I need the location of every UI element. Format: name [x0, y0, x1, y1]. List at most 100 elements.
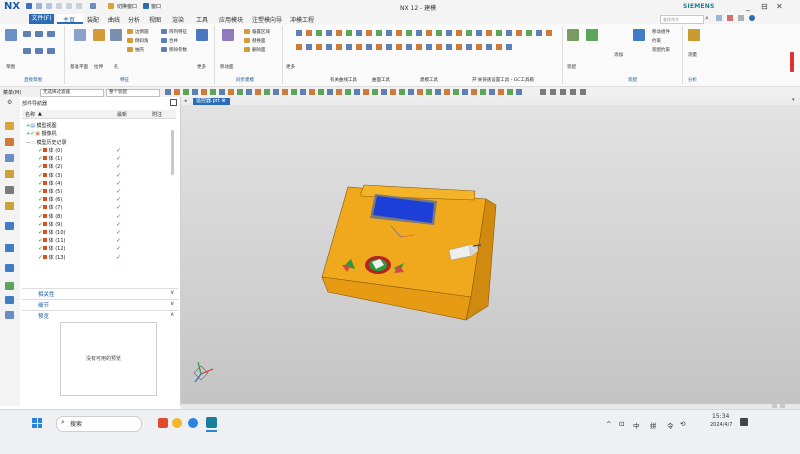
switch-window-icon[interactable]	[108, 3, 114, 9]
save-icon[interactable]	[26, 3, 32, 9]
delete-face-icon[interactable]	[244, 47, 250, 52]
assembly-label[interactable]: 装配	[567, 64, 576, 70]
remove-params-icon[interactable]	[161, 47, 167, 52]
pattern-feature-label[interactable]: 阵列特征	[169, 29, 187, 35]
command-search-input[interactable]: 查找命令	[660, 15, 704, 24]
taskbar-date[interactable]: 2024/4/7	[710, 422, 732, 428]
feature-row[interactable]: ✓ 体 (1) ✓	[38, 155, 168, 162]
measure-label[interactable]: 测量	[688, 52, 697, 58]
paste-icon[interactable]	[76, 3, 82, 9]
notification-icon[interactable]	[740, 418, 748, 426]
feature-row[interactable]: ✓ 体 (2) ✓	[38, 163, 168, 170]
more-label[interactable]: 更多	[286, 64, 295, 70]
volume-icon[interactable]: ⟲	[680, 420, 685, 428]
window-menu-label[interactable]: 窗口	[151, 3, 161, 10]
navigator-scrollbar[interactable]	[171, 130, 174, 175]
tab-mold-wizard[interactable]: 注塑模向导	[252, 15, 282, 24]
window-menu-icon[interactable]	[143, 3, 149, 9]
move-component-icon[interactable]	[633, 29, 645, 41]
feature-row[interactable]: ✓ 体 (5) ✓	[38, 188, 168, 195]
menu-button[interactable]: 菜单(M)	[3, 89, 21, 96]
extrude-label[interactable]: 拉伸	[94, 64, 103, 70]
taskbar-search-box[interactable]	[56, 416, 142, 432]
unite-label[interactable]: 合并	[169, 38, 178, 44]
status-icon[interactable]	[780, 404, 785, 408]
replace-face-label[interactable]: 替换面	[252, 38, 266, 44]
history-icon[interactable]	[5, 222, 14, 230]
settings-gear-icon[interactable]: ⚙	[7, 99, 12, 106]
offset-region-label[interactable]: 偏置区域	[252, 29, 270, 35]
pattern-feature-icon[interactable]	[161, 29, 167, 34]
ime-pinyin-icon[interactable]: 拼	[650, 420, 657, 430]
tab-remote-control-prt[interactable]: 遥控器.prt ⊗ ×	[193, 98, 230, 111]
help-icon[interactable]	[749, 15, 755, 21]
constraint-navigator-icon[interactable]	[5, 154, 14, 162]
feature-row[interactable]: ✓ 体 (9) ✓	[38, 221, 168, 228]
chevron-down-icon[interactable]: ∨	[170, 300, 174, 307]
graphics-viewport[interactable]	[181, 105, 800, 406]
chevron-down-icon[interactable]: ∨	[170, 289, 174, 296]
shell-icon[interactable]	[127, 47, 133, 52]
feature-row[interactable]: ✓ 体 (11) ✓	[38, 237, 168, 244]
part-navigator-icon[interactable]	[5, 122, 14, 130]
chamfer-icon[interactable]	[127, 38, 133, 43]
switch-window-label[interactable]: 切换窗口	[117, 3, 137, 10]
restore-button[interactable]: ⊟	[761, 2, 768, 11]
measure-icon[interactable]	[688, 29, 700, 41]
cut-icon[interactable]	[56, 3, 62, 9]
edge-blend-label[interactable]: 边倒圆	[135, 29, 149, 35]
tab-analysis[interactable]: 分析	[128, 15, 140, 24]
sketch-icon[interactable]	[5, 29, 17, 41]
constraint-label[interactable]: 约束	[652, 38, 661, 44]
feature-row[interactable]: ✓ 体 (8) ✓	[38, 213, 168, 220]
feature-more-icon[interactable]	[196, 29, 208, 41]
section-details[interactable]: 细节 ∨	[22, 299, 178, 309]
section-preview[interactable]: 预览 ∧	[22, 310, 178, 320]
feature-row[interactable]: ✓ 体 (13) ✓	[38, 254, 168, 261]
chamfer-label[interactable]: 倒斜角	[135, 38, 149, 44]
roles-icon[interactable]	[5, 282, 14, 290]
tree-node-model-views[interactable]: +▤ 模型视图	[26, 122, 57, 129]
feature-row[interactable]: ✓ 体 (12) ✓	[38, 245, 168, 252]
add-label[interactable]: 添加	[614, 52, 623, 58]
assembly-scope-dropdown[interactable]: 整个装配	[106, 89, 160, 97]
replace-face-icon[interactable]	[244, 38, 250, 43]
layout-icon[interactable]	[716, 15, 722, 21]
circle-icon[interactable]	[23, 48, 31, 54]
app-icon-2[interactable]	[172, 418, 182, 428]
copy-icon[interactable]	[66, 3, 72, 9]
close-doc-icon[interactable]	[727, 15, 733, 21]
close-button[interactable]: ✕	[776, 2, 783, 11]
assembly-icon[interactable]	[567, 29, 579, 41]
feature-row[interactable]: ✓ 体 (0) ✓	[38, 147, 168, 154]
more-tools-icon[interactable]	[5, 311, 14, 319]
ribbon-scroll-indicator[interactable]	[790, 52, 794, 72]
tab-view[interactable]: 视图	[149, 15, 161, 24]
tab-tools[interactable]: 工具	[196, 15, 208, 24]
hd3d-tools-icon[interactable]	[5, 186, 14, 194]
feature-row[interactable]: ✓ 体 (7) ✓	[38, 204, 168, 211]
hole-icon[interactable]	[110, 29, 122, 41]
tab-assembly[interactable]: 装配	[87, 15, 99, 24]
tab-list-icon[interactable]: ◂	[184, 98, 187, 104]
move-face-icon[interactable]	[222, 29, 234, 41]
feature-more-label[interactable]: 更多	[197, 64, 206, 70]
remote-control-model[interactable]	[181, 105, 800, 406]
gc-toolbox-label[interactable]: 开'关快速设置工具 - GC工具箱	[472, 77, 534, 83]
minimize-button[interactable]: _	[746, 2, 750, 11]
datum-plane-icon[interactable]	[74, 29, 86, 41]
curve-tools-icon-row[interactable]	[296, 30, 556, 36]
column-latest[interactable]: 最新	[117, 111, 127, 118]
app-icon-1[interactable]	[158, 418, 168, 428]
extrude-icon[interactable]	[93, 29, 105, 41]
spline-icon[interactable]	[47, 48, 55, 54]
feature-row[interactable]: ✓ 体 (3) ✓	[38, 172, 168, 179]
tab-dropdown-icon[interactable]: ▾	[792, 97, 795, 103]
taskbar-clock[interactable]: 15:34	[712, 413, 729, 420]
curve-tools-label[interactable]: 有关曲线工具	[330, 77, 357, 83]
surface-tools-label[interactable]: 曲面工具	[372, 77, 390, 83]
edge-browser-icon[interactable]	[188, 418, 198, 428]
shell-label[interactable]: 抽壳	[135, 47, 144, 53]
remove-params-label[interactable]: 移除参数	[169, 47, 187, 53]
tab-die-engineering[interactable]: 冲模工程	[290, 15, 314, 24]
